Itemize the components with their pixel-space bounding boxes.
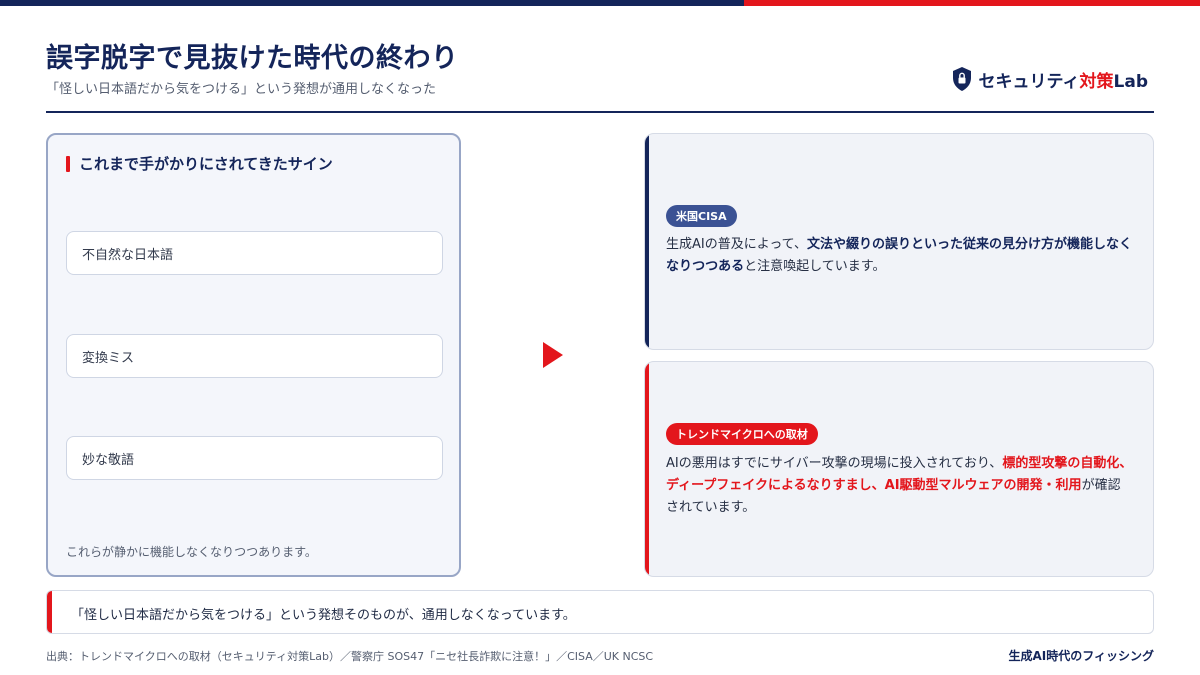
cisa-badge: 米国CISA: [666, 205, 737, 227]
series-title: 生成AI時代のフィッシング: [1008, 649, 1154, 663]
brand-name-part2: Lab: [1113, 71, 1148, 92]
cisa-text-a: 生成AIの普及によって、: [666, 237, 808, 252]
brand-name: セキュリティ対策Lab: [979, 67, 1148, 92]
brand-name-accent: 対策: [1079, 71, 1114, 92]
cisa-card-text: 生成AIの普及によって、文法や綴りの誤りといった従来の見分け方が機能しなくなりつ…: [666, 234, 1133, 278]
shield-lock-icon: [952, 67, 971, 91]
trendmicro-card-text: AIの悪用はすでにサイバー攻撃の現場に投入されており、標的型攻撃の自動化、ディー…: [666, 453, 1133, 519]
header-divider: [46, 111, 1154, 113]
sign-item: 変換ミス: [66, 334, 443, 378]
sign-item: 不自然な日本語: [66, 231, 443, 275]
heading-marker: [66, 155, 70, 172]
cisa-card: 米国CISA 生成AIの普及によって、文法や綴りの誤りといった従来の見分け方が機…: [644, 133, 1154, 350]
cisa-text-c: と注意喚起しています。: [744, 259, 886, 274]
page-subtitle: 「怪しい日本語だから気をつける」という発想が通用しなくなった: [46, 82, 437, 97]
conclusion-box: 「怪しい日本語だから気をつける」という発想そのものが、通用しなくなっています。: [46, 590, 1154, 634]
sign-item: 妙な敬語: [66, 436, 443, 480]
top-accent-bar: [0, 0, 1200, 6]
trendmicro-badge: トレンドマイクロへの取材: [666, 423, 818, 445]
top-bar-red-segment: [744, 0, 1200, 6]
card-accent-edge: [645, 134, 649, 349]
past-signs-heading: これまで手がかりにされてきたサイン: [66, 153, 333, 174]
source-citation: 出典：トレンドマイクロへの取材（セキュリティ対策Lab）／警察庁 SOS47「ニ…: [46, 650, 654, 663]
trendmicro-card: トレンドマイクロへの取材 AIの悪用はすでにサイバー攻撃の現場に投入されており、…: [644, 361, 1154, 577]
trendmicro-text-a: AIの悪用はすでにサイバー攻撃の現場に投入されており、: [666, 456, 1003, 471]
past-signs-heading-text: これまで手がかりにされてきたサイン: [79, 155, 333, 173]
conclusion-accent-edge: [47, 591, 52, 633]
card-accent-edge: [645, 362, 649, 576]
conclusion-text: 「怪しい日本語だから気をつける」という発想そのものが、通用しなくなっています。: [71, 608, 576, 623]
top-bar-navy-segment: [0, 0, 744, 6]
past-signs-note: これらが静かに機能しなくなりつつあります。: [66, 545, 317, 559]
brand-name-part1: セキュリティ: [978, 71, 1080, 92]
page-title: 誤字脱字で見抜けた時代の終わり: [46, 43, 459, 74]
past-signs-panel: これまで手がかりにされてきたサイン 不自然な日本語 変換ミス 妙な敬語 これらが…: [46, 133, 461, 577]
triangle-right-icon: [543, 342, 563, 368]
brand-logo: セキュリティ対策Lab: [951, 66, 1148, 92]
